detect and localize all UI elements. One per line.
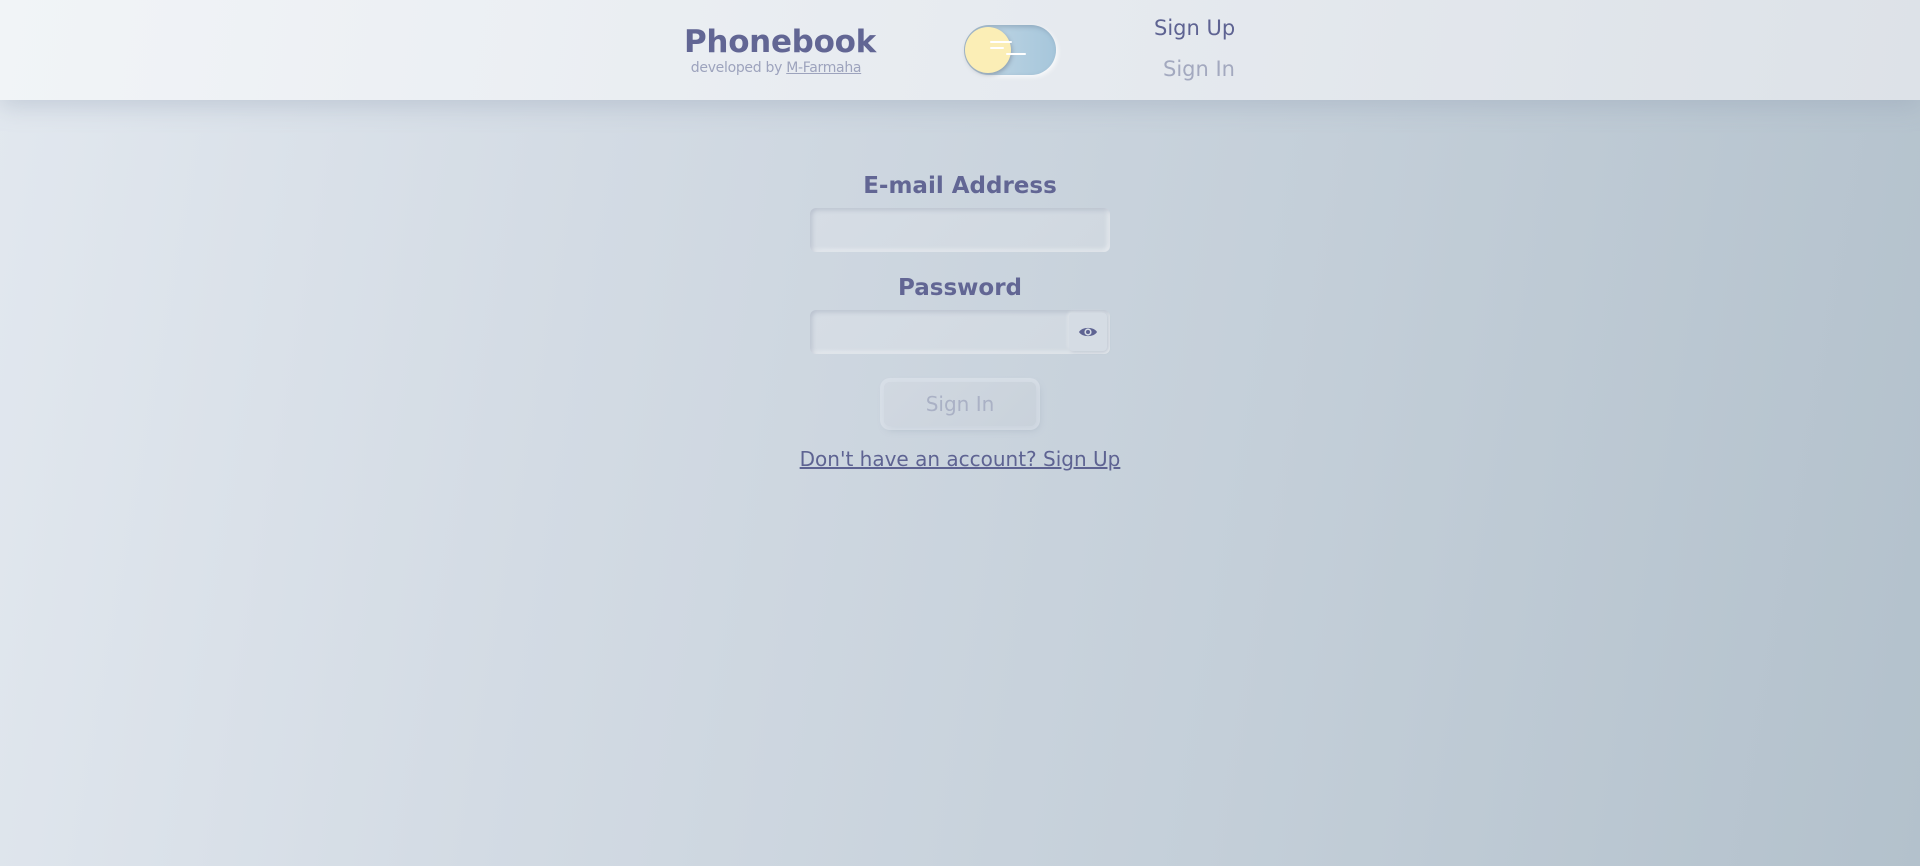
signin-button[interactable]: Sign In [884,382,1036,426]
email-field-wrapper [810,208,1110,252]
email-label: E-mail Address [863,173,1057,199]
logo: Phonebook developed by M-Farmaha [684,24,876,76]
password-field-wrapper [810,310,1110,354]
password-label: Password [898,275,1022,301]
wind-lines-icon [990,41,1038,61]
theme-toggle[interactable] [964,25,1056,75]
nav-signin-link[interactable]: Sign In [1163,57,1235,81]
logo-title: Phonebook [684,24,876,60]
signup-switch-link[interactable]: Don't have an account? Sign Up [780,447,1140,471]
email-field[interactable] [816,212,1104,250]
top-header: Phonebook developed by M-Farmaha Sign Up… [0,0,1920,100]
logo-subtitle-prefix: developed by [690,60,787,76]
password-field[interactable] [816,314,1068,352]
nav-signup-link[interactable]: Sign Up [1154,16,1235,40]
signin-form: E-mail Address Password Sign In Don't ha… [780,170,1140,471]
author-link[interactable]: M-Farmaha [786,60,861,76]
eye-icon [1079,327,1097,337]
logo-subtitle: developed by M-Farmaha [684,60,868,76]
toggle-password-visibility-button[interactable] [1069,313,1107,351]
